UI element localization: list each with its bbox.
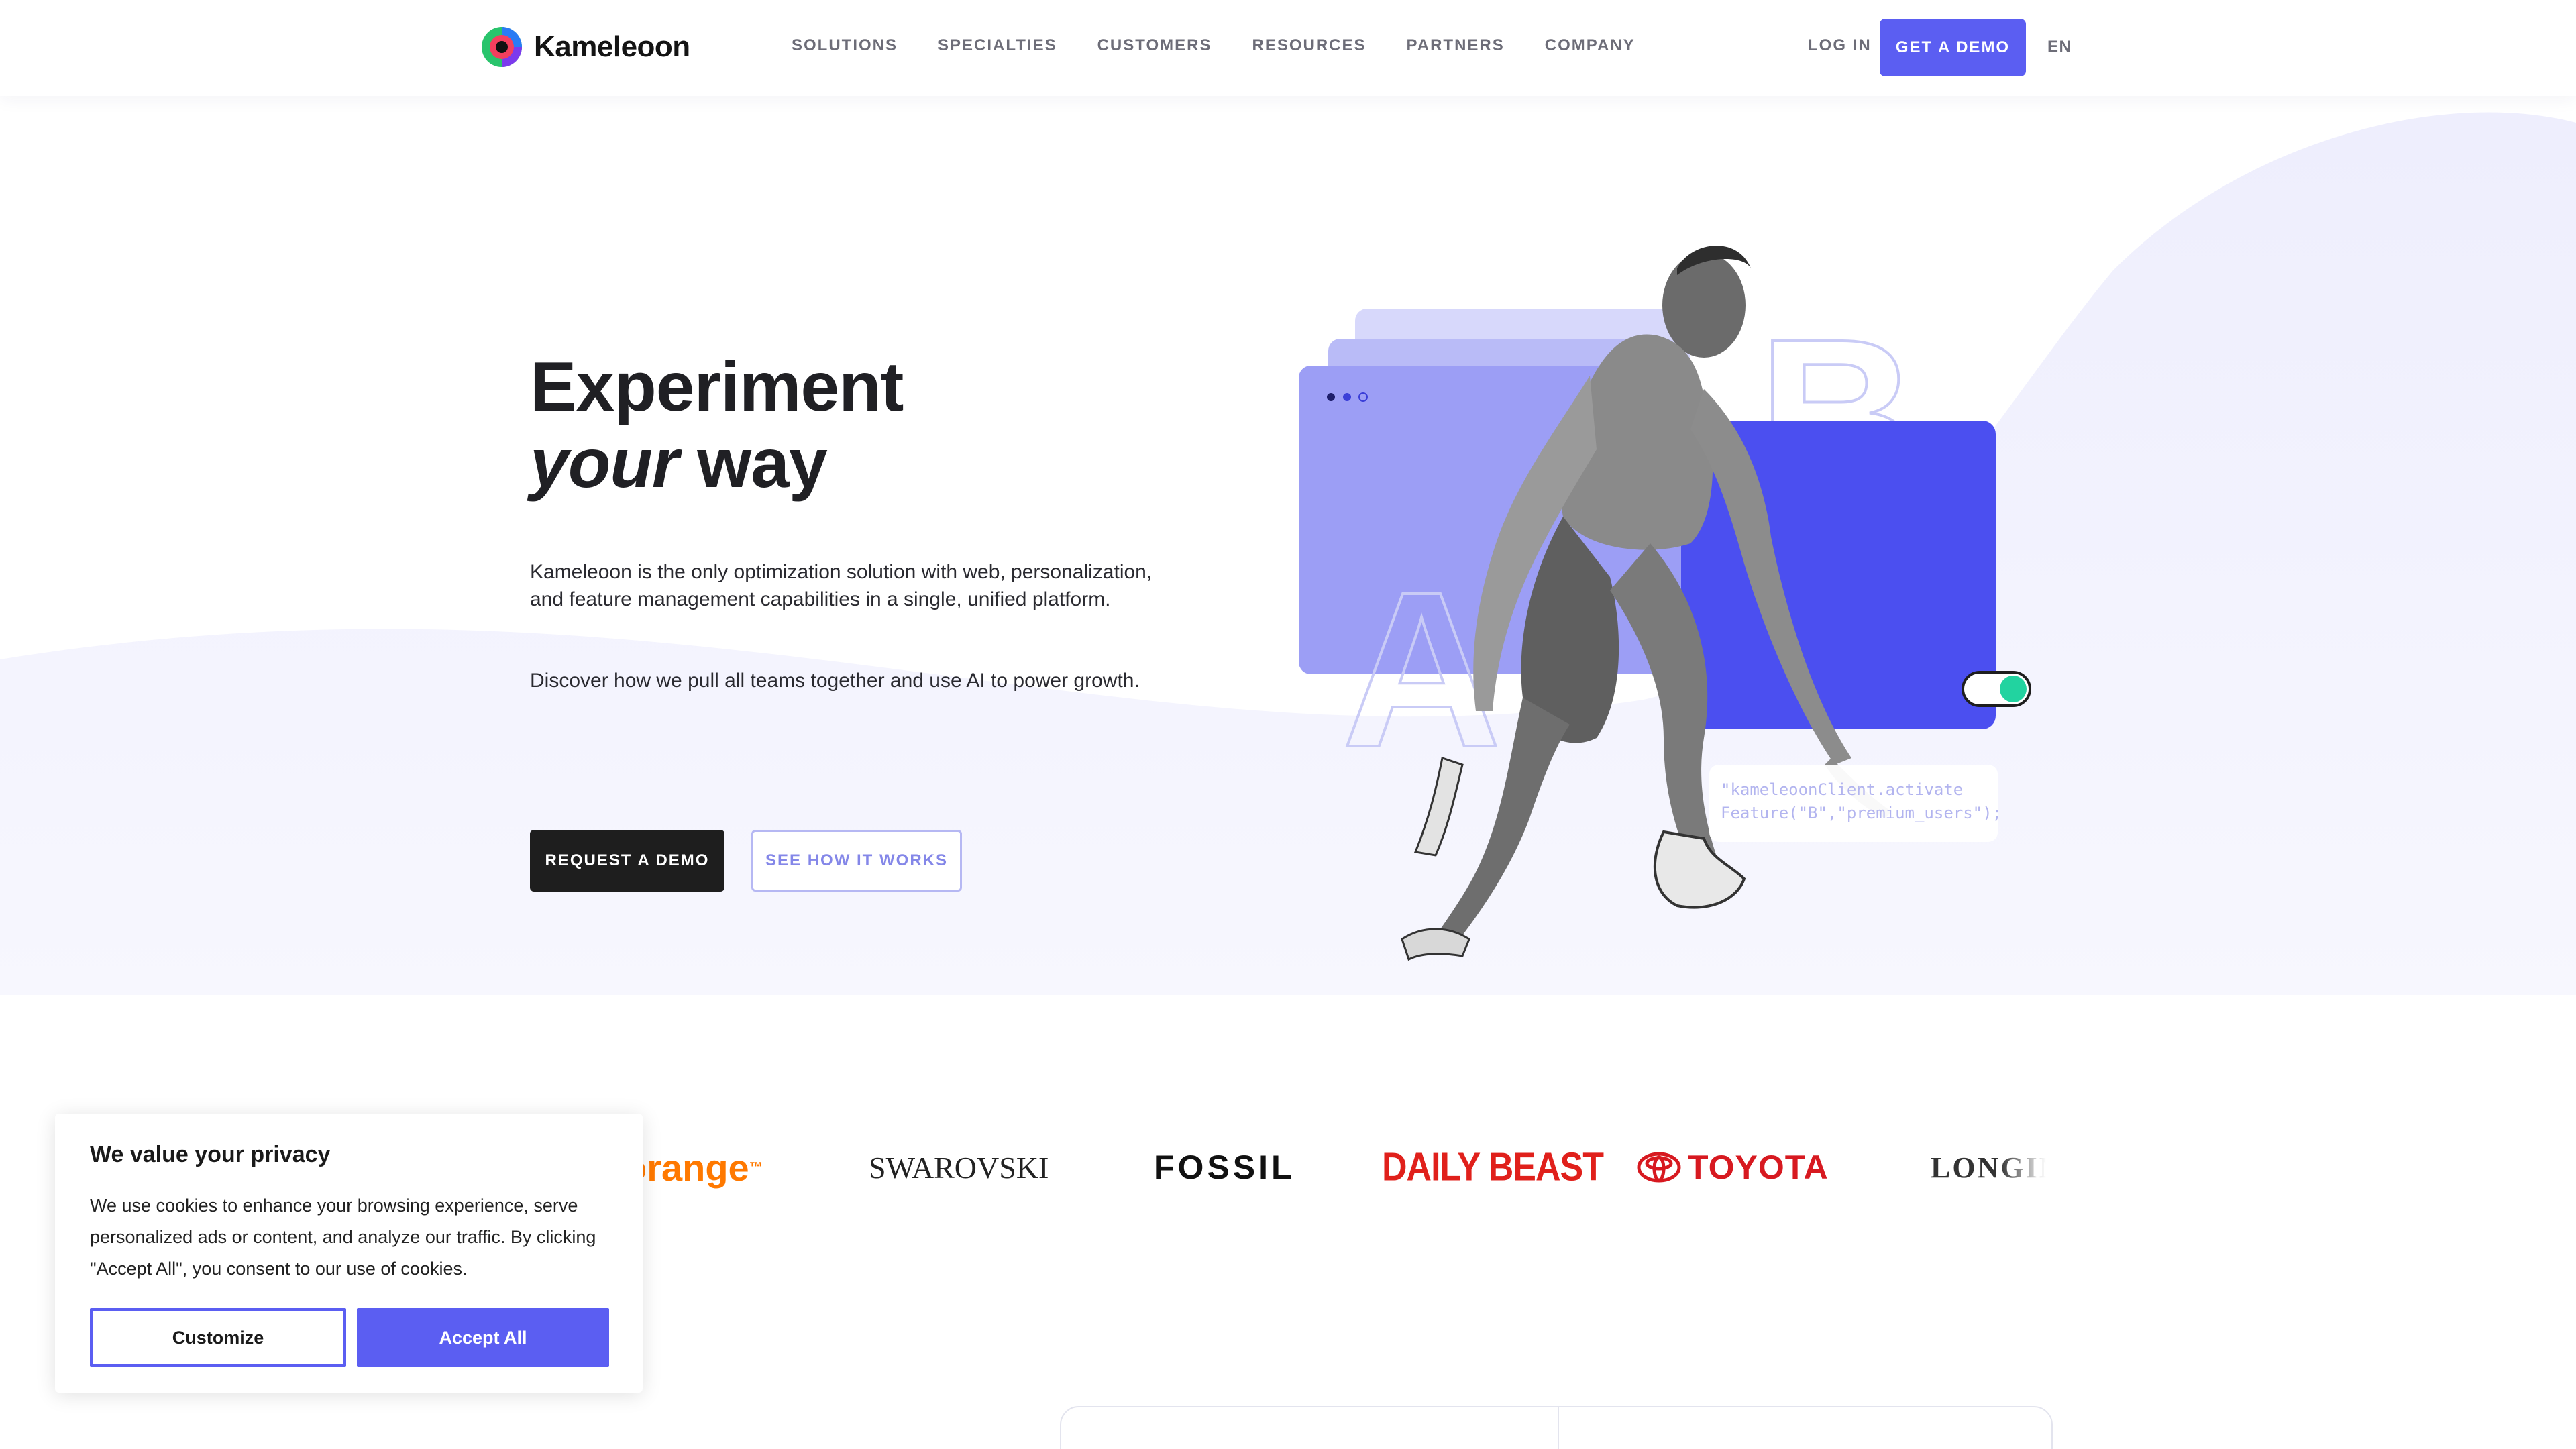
toyota-logo-text: TOYOTA <box>1688 1148 1829 1186</box>
daily-beast-logo: DAILY BEAST <box>1382 1144 1604 1190</box>
window-dot-2 <box>1343 393 1351 401</box>
feature-cards <box>1060 1406 2053 1449</box>
main-nav: SOLUTIONS SPECIALTIES CUSTOMERS RESOURCE… <box>792 35 1676 56</box>
nav-solutions[interactable]: SOLUTIONS <box>792 35 898 56</box>
cookie-text: We use cookies to enhance your browsing … <box>90 1195 596 1279</box>
hero-title-rest: way <box>678 425 828 502</box>
kameleoon-logo[interactable]: Kameleoon <box>480 23 690 71</box>
site-header: Kameleoon SOLUTIONS SPECIALTIES CUSTOMER… <box>0 0 2576 96</box>
hero-illustration: B A "kameleoonClient.activate Feature("B… <box>1299 246 2031 961</box>
kameleoon-logo-icon <box>480 25 523 68</box>
nav-company[interactable]: COMPANY <box>1545 35 1635 56</box>
toyota-emblem-icon <box>1637 1152 1681 1183</box>
hero-title-emphasis: your <box>530 425 679 502</box>
customize-button[interactable]: Customize <box>90 1308 346 1367</box>
cookie-title: We value your privacy <box>90 1142 331 1167</box>
hero-title-line1: Experiment <box>530 348 904 426</box>
nav-partners[interactable]: PARTNERS <box>1407 35 1505 56</box>
hero-title-line2: your way <box>530 425 903 502</box>
orange-trademark: ™ <box>749 1159 763 1175</box>
orange-logo: orange ™ <box>624 1100 763 1234</box>
card-divider <box>1558 1407 1559 1449</box>
hero-description: Kameleoon is the only optimization solut… <box>530 561 1152 610</box>
hero-title: Experiment your way <box>530 348 904 502</box>
code-line-2: Feature("B","premium_users"); <box>1721 804 2002 822</box>
fossil-logo: FOSSIL <box>1154 1148 1295 1186</box>
cookie-consent-banner: We value your privacy We use cookies to … <box>55 1114 643 1393</box>
nav-specialties[interactable]: SPECIALTIES <box>938 35 1057 56</box>
code-line-1: "kameleoonClient.activate <box>1721 780 1963 799</box>
language-selector[interactable]: EN <box>2047 38 2072 56</box>
nav-customers[interactable]: CUSTOMERS <box>1097 35 1212 56</box>
toyota-logo: TOYOTA <box>1637 1100 1829 1234</box>
window-dot-1 <box>1327 393 1335 401</box>
accept-all-button[interactable]: Accept All <box>357 1308 609 1367</box>
logo-text: Kameleoon <box>534 30 690 63</box>
hero-subdescription: Discover how we pull all teams together … <box>530 669 1140 692</box>
longines-logo: LONGINES <box>1931 1150 2046 1184</box>
nav-resources[interactable]: RESOURCES <box>1252 35 1366 56</box>
request-demo-button[interactable]: REQUEST A DEMO <box>530 830 724 892</box>
see-how-it-works-button[interactable]: SEE HOW IT WORKS <box>751 830 962 892</box>
get-demo-button[interactable]: GET A DEMO <box>1880 19 2026 76</box>
login-link[interactable]: LOG IN <box>1808 35 1872 56</box>
swarovski-logo: SWAROVSKI <box>869 1150 1049 1185</box>
orange-logo-text: orange <box>624 1146 749 1189</box>
feature-toggle-knob <box>2000 676 2027 702</box>
